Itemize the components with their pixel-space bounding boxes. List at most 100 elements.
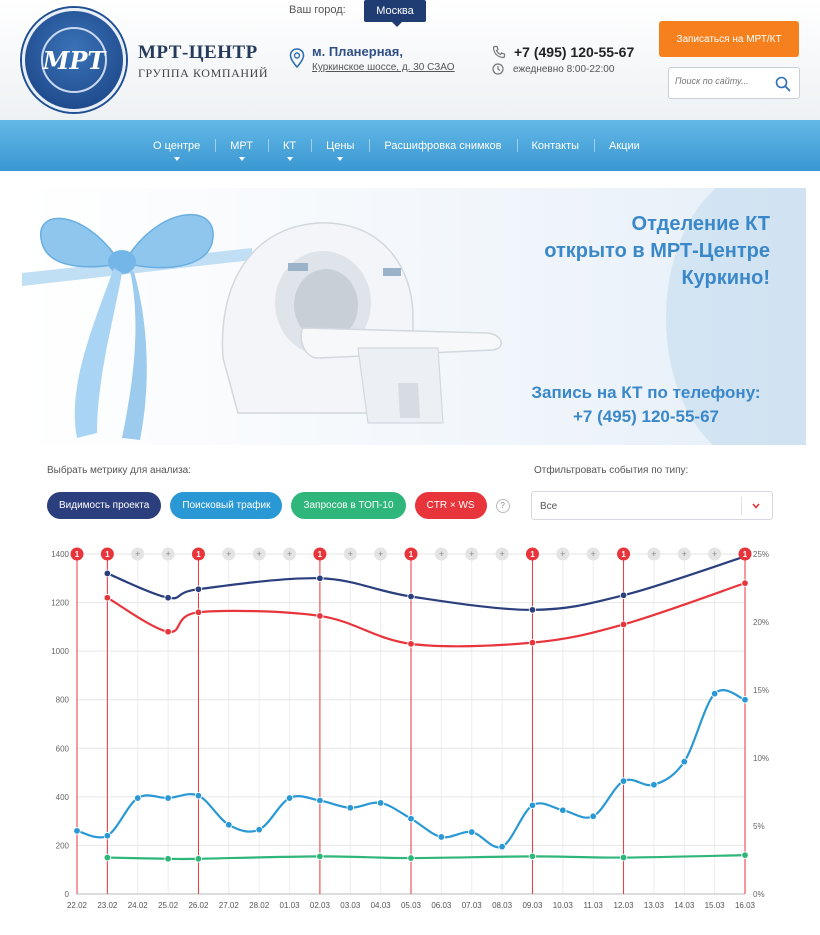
event-type-select[interactable]: Все [531, 491, 773, 520]
metric-traffic-button[interactable]: Поисковый трафик [170, 492, 283, 519]
x-tick-label: 15.03 [705, 901, 726, 910]
brand[interactable]: МРТ-ЦЕНТР ГРУППА КОМПАНИЙ [138, 42, 268, 81]
nav-item-promotions[interactable]: Акции [594, 120, 655, 171]
data-point [619, 591, 628, 599]
event-marker-label: 1 [530, 550, 535, 559]
event-marker-label: 1 [743, 550, 748, 559]
x-tick-label: 10.03 [553, 901, 574, 910]
series-ctr-line [106, 582, 746, 648]
data-point [619, 777, 628, 785]
event-marker-label: 1 [75, 550, 80, 559]
x-tick-label: 26.02 [188, 901, 209, 910]
address-link[interactable]: Куркинское шоссе, д. 30 СЗАО [312, 62, 455, 73]
data-point [650, 781, 658, 789]
brand-subtitle: ГРУППА КОМПАНИЙ [138, 66, 269, 80]
data-point [285, 794, 294, 802]
add-event-marker-label: + [348, 549, 353, 559]
city-selector[interactable]: Москва [364, 0, 426, 27]
data-point [741, 851, 749, 859]
data-point [103, 594, 112, 602]
help-icon[interactable]: ? [495, 498, 510, 513]
chevron-down-icon [173, 157, 180, 161]
add-event-marker-label: + [560, 549, 565, 559]
y-tick-label-left: 1000 [51, 647, 69, 656]
nav-item-decoding[interactable]: Расшифровка снимков [369, 120, 516, 171]
city-label: Ваш город: [289, 4, 346, 16]
x-tick-label: 05.03 [401, 901, 422, 910]
add-event-marker-label: + [287, 549, 292, 559]
event-marker-label: 1 [196, 550, 201, 559]
data-point [255, 825, 263, 834]
metric-visibility-button[interactable]: Видимость проекта [47, 492, 162, 519]
nav-item-label: Акции [609, 139, 640, 152]
hours-row: ежедневно 8:00-22:00 [492, 63, 614, 75]
data-point [164, 855, 172, 863]
data-point [407, 815, 415, 823]
y-tick-label-right: 15% [753, 686, 769, 695]
event-marker-label: 1 [105, 550, 110, 559]
book-appointment-button[interactable]: Записаться на МРТ/КТ [659, 21, 799, 57]
chevron-down-icon [752, 503, 760, 509]
x-tick-label: 11.03 [583, 901, 603, 910]
data-point [194, 585, 203, 593]
nav-item-about[interactable]: О центре [138, 120, 215, 171]
data-point [528, 638, 537, 647]
x-tick-label: 02.03 [310, 901, 331, 910]
x-tick-label: 09.03 [522, 901, 543, 910]
logo[interactable]: МРТ [22, 8, 126, 112]
add-event-marker-label: + [257, 549, 262, 559]
y-tick-label-left: 200 [56, 841, 70, 850]
phone-number[interactable]: +7 (495) 120-55-67 [514, 44, 634, 60]
x-tick-label: 01.03 [280, 901, 301, 910]
chevron-down-icon [286, 157, 293, 161]
data-point [316, 796, 324, 805]
series-top10-line [107, 854, 746, 861]
add-event-marker-label: + [135, 549, 140, 559]
add-event-marker-label: + [469, 549, 474, 559]
event-type-value: Все [540, 501, 558, 512]
data-point [194, 608, 203, 616]
data-point [164, 628, 172, 636]
banner-phone: +7 (495) 120-55-67 [572, 407, 720, 426]
phone-row: +7 (495) 120-55-67 [492, 44, 634, 60]
x-tick-label: 14.03 [674, 901, 695, 910]
y-tick-label-left: 400 [56, 793, 70, 802]
metric-selector: Видимость проекта Поисковый трафик Запро… [47, 492, 510, 519]
chevron-down-icon [337, 157, 344, 161]
data-point [528, 801, 537, 810]
nav-item-label: КТ [283, 139, 297, 152]
data-point [741, 579, 749, 587]
metric-ctr-button[interactable]: CTR × WS [414, 492, 487, 519]
x-tick-label: 27.02 [219, 901, 240, 910]
data-point [619, 620, 628, 629]
nav-item-mri[interactable]: МРТ [215, 120, 268, 171]
data-point [164, 794, 172, 802]
brand-title: МРТ-ЦЕНТР [138, 42, 258, 63]
data-point [134, 794, 142, 802]
y-tick-label-right: 20% [753, 618, 769, 627]
promo-banner[interactable]: Отделение КТ открыто в МРТ-Центре Куркин… [22, 188, 806, 445]
nav-item-contacts[interactable]: Контакты [516, 120, 595, 171]
nav-menu: О центре МРТ КТ Цены Расшифровка снимков… [138, 120, 655, 171]
clock-icon [492, 63, 504, 75]
nav-item-label: Контакты [531, 139, 580, 152]
data-point [194, 791, 203, 800]
add-event-marker-label: + [226, 549, 231, 559]
add-event-marker-label: + [439, 549, 444, 559]
metric-label: Выбрать метрику для анализа: [47, 465, 192, 476]
search-icon[interactable] [775, 76, 791, 92]
data-point [528, 852, 537, 861]
data-point [468, 828, 476, 836]
nav-item-prices[interactable]: Цены [311, 120, 369, 171]
add-event-marker-label: + [591, 549, 596, 559]
phone-icon [492, 45, 506, 59]
x-tick-label: 12.03 [614, 901, 635, 910]
y-tick-label-left: 600 [56, 744, 70, 753]
series-visibility-line [106, 555, 746, 611]
nav-item-ct[interactable]: КТ [268, 120, 311, 171]
add-event-marker-label: + [165, 549, 170, 559]
metric-top10-button[interactable]: Запросов в ТОП-10 [291, 492, 406, 519]
search-input[interactable] [675, 76, 771, 86]
x-tick-label: 28.02 [249, 901, 270, 910]
data-point [225, 821, 233, 829]
